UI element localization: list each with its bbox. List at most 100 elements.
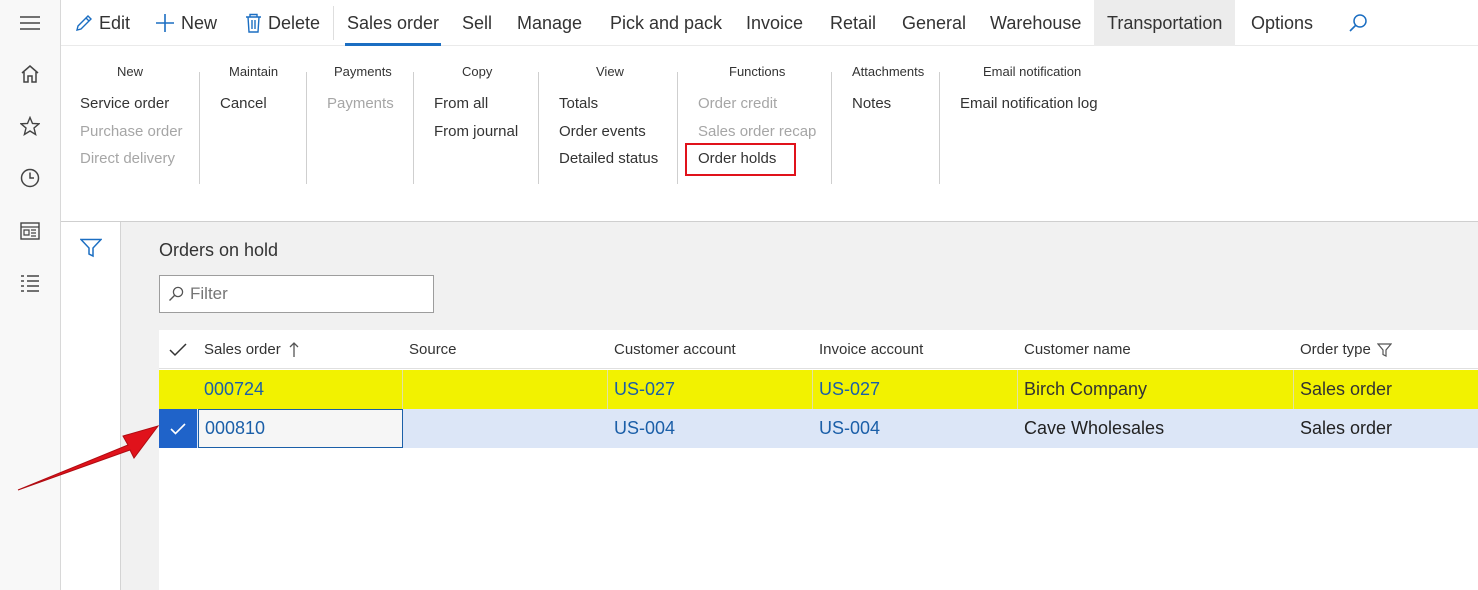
- tab-sell[interactable]: Sell: [462, 0, 492, 46]
- new-label: New: [181, 12, 218, 33]
- select-all-checkbox[interactable]: [169, 330, 187, 369]
- checkmark-icon: [170, 422, 186, 435]
- group-title-view: View: [596, 64, 624, 79]
- order-events-button[interactable]: Order events: [559, 123, 646, 140]
- workspace-icon[interactable]: [18, 219, 42, 243]
- filter-pane-rail: [61, 222, 121, 590]
- customer-account-link[interactable]: US-004: [608, 409, 813, 448]
- tab-invoice[interactable]: Invoice: [746, 0, 803, 46]
- filter-input[interactable]: [190, 284, 420, 304]
- filter-field[interactable]: [159, 275, 434, 313]
- page-title: Orders on hold: [159, 240, 279, 260]
- detailed-status-button[interactable]: Detailed status: [559, 150, 658, 167]
- column-header-customer-name[interactable]: Customer name: [1024, 330, 1131, 369]
- delete-button[interactable]: Delete: [245, 0, 320, 46]
- tab-manage[interactable]: Manage: [517, 0, 582, 46]
- group-title-maintain: Maintain: [229, 64, 279, 79]
- tab-label: Sales order: [347, 12, 440, 33]
- group-divider: [306, 72, 307, 184]
- row-checkbox[interactable]: [159, 409, 197, 448]
- search-icon: [169, 286, 184, 301]
- main-content: Orders on hold Sales order Source Custom…: [121, 222, 1478, 590]
- action-pane-tabs: Edit New Delete Sales order Sell Manage …: [61, 0, 1478, 46]
- home-icon[interactable]: [18, 62, 42, 86]
- filter-icon: [1376, 342, 1392, 357]
- tab-warehouse[interactable]: Warehouse: [990, 0, 1081, 46]
- tab-transportation[interactable]: Transportation: [1094, 0, 1236, 46]
- sales-order-recap-button[interactable]: Sales order recap: [698, 123, 816, 140]
- invoice-account-link[interactable]: US-004: [813, 409, 1018, 448]
- column-header-invoice-account[interactable]: Invoice account: [819, 330, 923, 369]
- toolbar-divider: [333, 6, 334, 40]
- notes-button[interactable]: Notes: [852, 95, 891, 112]
- action-pane-ribbon: New Service order Purchase order Direct …: [61, 46, 1478, 222]
- orders-grid: Sales order Source Customer account Invo…: [159, 330, 1478, 590]
- tab-label: Invoice: [746, 12, 804, 33]
- tab-label: Manage: [517, 12, 583, 33]
- from-journal-button[interactable]: From journal: [434, 123, 518, 140]
- star-icon[interactable]: [18, 114, 42, 138]
- group-divider: [413, 72, 414, 184]
- sales-order-link[interactable]: 000724: [198, 370, 403, 409]
- column-header-customer-account[interactable]: Customer account: [614, 330, 736, 369]
- source-cell: [403, 409, 608, 448]
- group-divider: [538, 72, 539, 184]
- source-cell: [403, 370, 608, 409]
- grid-header: Sales order Source Customer account Invo…: [159, 330, 1478, 369]
- cancel-button[interactable]: Cancel: [220, 95, 267, 112]
- from-all-button[interactable]: From all: [434, 95, 488, 112]
- tab-label: General: [902, 12, 967, 33]
- tab-label: Warehouse: [990, 12, 1082, 33]
- hamburger-icon[interactable]: [18, 11, 42, 35]
- group-title-payments: Payments: [334, 64, 392, 79]
- delete-label: Delete: [268, 12, 321, 33]
- list-icon[interactable]: [18, 271, 42, 295]
- clock-icon[interactable]: [18, 166, 42, 190]
- purchase-order-button[interactable]: Purchase order: [80, 123, 183, 140]
- tab-options[interactable]: Options: [1251, 0, 1313, 46]
- pencil-icon: [76, 15, 92, 31]
- group-divider: [939, 72, 940, 184]
- column-header-order-type[interactable]: Order type: [1300, 330, 1392, 369]
- column-label: Order type: [1300, 341, 1371, 358]
- sales-order-link[interactable]: 000810: [198, 409, 403, 448]
- service-order-button[interactable]: Service order: [80, 95, 169, 112]
- new-button[interactable]: New: [155, 0, 217, 46]
- group-divider: [831, 72, 832, 184]
- tab-label: Retail: [830, 12, 877, 33]
- sort-ascending-icon: [289, 341, 299, 357]
- tab-label: Options: [1251, 12, 1314, 33]
- search-icon[interactable]: [1348, 0, 1374, 46]
- group-title-email-notification: Email notification: [983, 64, 1082, 79]
- tab-retail[interactable]: Retail: [830, 0, 876, 46]
- invoice-account-link[interactable]: US-027: [813, 370, 1018, 409]
- totals-button[interactable]: Totals: [559, 95, 598, 112]
- edit-button[interactable]: Edit: [75, 0, 130, 46]
- payments-button[interactable]: Payments: [327, 95, 394, 112]
- navigation-rail: [0, 0, 61, 590]
- order-type-cell: Sales order: [1300, 418, 1393, 438]
- tab-pick-and-pack[interactable]: Pick and pack: [610, 0, 722, 46]
- table-row[interactable]: 000810 US-004 US-004 Cave Wholesales Sal…: [159, 409, 1478, 448]
- row-checkbox[interactable]: [159, 370, 197, 409]
- checkmark-icon: [169, 342, 187, 356]
- filter-funnel-icon[interactable]: [79, 238, 103, 263]
- group-title-new: New: [117, 64, 144, 79]
- tab-general[interactable]: General: [902, 0, 966, 46]
- plus-icon: [156, 14, 174, 32]
- customer-name-cell: Birch Company: [1018, 370, 1294, 409]
- email-notification-log-button[interactable]: Email notification log: [960, 95, 1098, 112]
- column-header-sales-order[interactable]: Sales order: [204, 330, 299, 369]
- order-type-cell: Sales order: [1300, 379, 1393, 399]
- customer-account-link[interactable]: US-027: [608, 370, 813, 409]
- group-title-functions: Functions: [729, 64, 786, 79]
- tab-sales-order[interactable]: Sales order: [345, 0, 442, 46]
- order-credit-button[interactable]: Order credit: [698, 95, 777, 112]
- group-title-attachments: Attachments: [852, 64, 925, 79]
- group-divider: [199, 72, 200, 184]
- direct-delivery-button[interactable]: Direct delivery: [80, 150, 175, 167]
- column-header-source[interactable]: Source: [409, 330, 457, 369]
- tab-label: Pick and pack: [610, 12, 723, 33]
- table-row[interactable]: 000724 US-027 US-027 Birch Company Sales…: [159, 370, 1478, 409]
- trash-icon: [246, 13, 261, 33]
